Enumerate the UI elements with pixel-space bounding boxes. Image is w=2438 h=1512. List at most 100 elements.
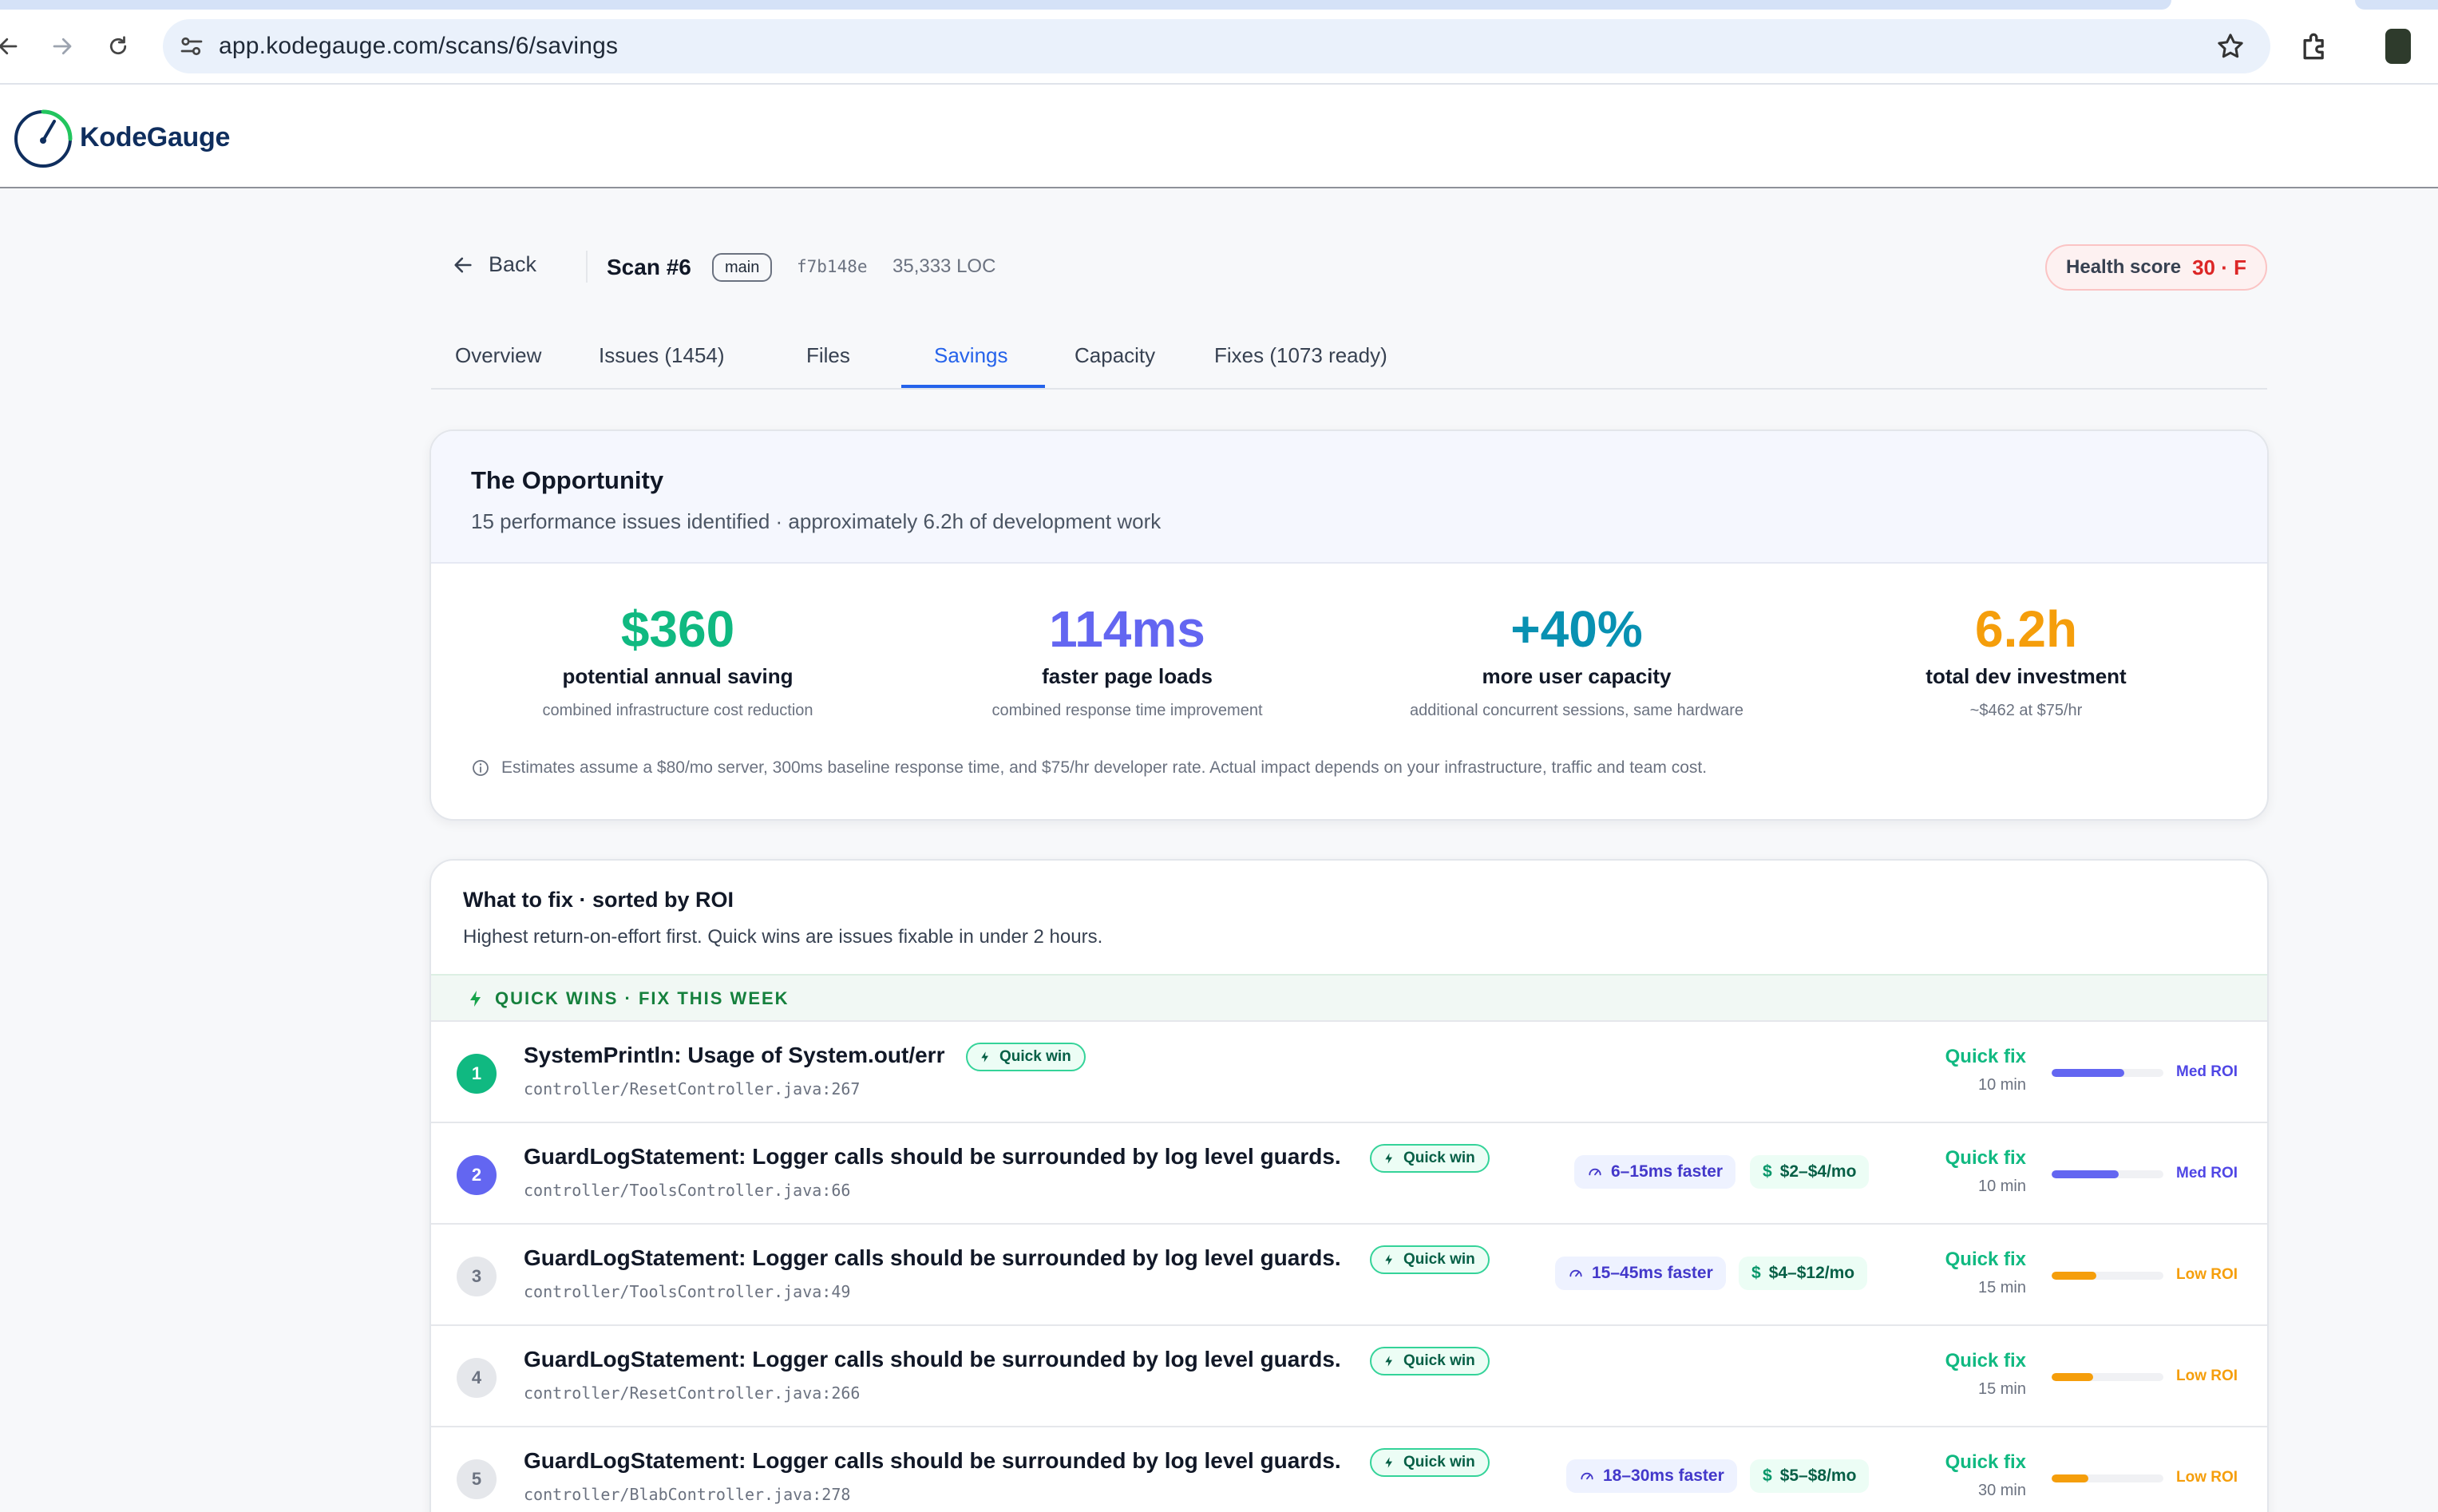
speedometer-icon (1569, 1269, 1582, 1277)
tab-capacity[interactable]: Capacity (1075, 343, 1155, 388)
back-button[interactable]: Back (452, 252, 536, 277)
roi-bar-fill (2052, 1272, 2096, 1280)
effort-label: Quick fix (1945, 1350, 2026, 1371)
fix-row[interactable]: 1 SystemPrintln: Usage of System.out/err… (431, 1022, 2267, 1123)
site-info-icon[interactable] (177, 32, 206, 61)
branch-badge: main (712, 253, 773, 282)
fix-row[interactable]: 4 GuardLogStatement: Logger calls should… (431, 1326, 2267, 1427)
tab-savings[interactable]: Savings (934, 343, 1008, 388)
forward-arrow-icon[interactable] (45, 29, 80, 64)
quick-win-badge: Quick win (1370, 1347, 1490, 1375)
quick-win-badge-label: Quick win (1403, 1251, 1475, 1268)
metric-user-capacity: +40% more user capacity additional concu… (1353, 600, 1800, 720)
roi-label: Med ROI (2176, 1063, 2238, 1080)
url-text[interactable]: app.kodegauge.com/scans/6/savings (219, 33, 618, 60)
rank-badge: 5 (457, 1459, 497, 1499)
issue-title[interactable]: GuardLogStatement: Logger calls should b… (524, 1448, 1341, 1474)
extensions-puzzle-icon[interactable] (2297, 29, 2333, 64)
cost-chip-label: $4–$12/mo (1768, 1264, 1855, 1282)
roi-bar (2052, 1170, 2163, 1178)
estimates-note-text: Estimates assume a $80/mo server, 300ms … (501, 758, 1708, 777)
speed-chip: 18–30ms faster (1566, 1459, 1737, 1493)
bookmark-star-icon[interactable] (2214, 30, 2246, 62)
metric-annual-saving: $360 potential annual saving combined in… (454, 600, 901, 720)
scan-header: Back Scan #6 main f7b148e 35,333 LOC Hea… (452, 244, 2267, 292)
back-arrow-icon[interactable] (0, 29, 26, 64)
health-score-label: Health score (2066, 256, 2182, 278)
effort-estimate: Quick fix 15 min (1945, 1249, 2026, 1297)
fix-list-title: What to fix · sorted by ROI (463, 888, 734, 912)
fix-row[interactable]: 2 GuardLogStatement: Logger calls should… (431, 1123, 2267, 1225)
speed-chip-label: 6–15ms faster (1611, 1162, 1724, 1181)
tab-files[interactable]: Files (806, 343, 850, 388)
brand-name: KodeGauge (80, 121, 231, 152)
tab-overview[interactable]: Overview (455, 343, 541, 388)
rank-badge: 1 (457, 1054, 497, 1094)
gauge-logo-icon (14, 109, 73, 168)
roi-bar-fill (2052, 1474, 2089, 1482)
issue-title[interactable]: SystemPrintln: Usage of System.out/err (524, 1043, 944, 1068)
issue-title[interactable]: GuardLogStatement: Logger calls should b… (524, 1347, 1341, 1372)
metric-dev-investment: 6.2h total dev investment ~$462 at $75/h… (1803, 600, 2250, 720)
metric-value: $360 (620, 600, 735, 658)
file-path[interactable]: controller/BlabController.java:278 (524, 1485, 850, 1504)
lines-of-code: 35,333 LOC (892, 255, 996, 277)
effort-label: Quick fix (1945, 1249, 2026, 1270)
cost-chip: $ $4–$12/mo (1739, 1257, 1868, 1290)
effort-time: 10 min (1977, 1076, 2026, 1094)
active-tab-indicator (901, 385, 1045, 388)
metric-value: 6.2h (1974, 600, 2078, 658)
quick-wins-section-header: QUICK WINS · FIX THIS WEEK (431, 974, 2267, 1022)
file-path[interactable]: controller/ToolsController.java:66 (524, 1181, 850, 1200)
speedometer-icon (1589, 1168, 1601, 1176)
metric-caption: combined infrastructure cost reduction (542, 702, 813, 719)
issue-title[interactable]: GuardLogStatement: Logger calls should b… (524, 1245, 1341, 1271)
opportunity-header: The Opportunity 15 performance issues id… (431, 431, 2267, 564)
metric-caption: combined response time improvement (991, 702, 1263, 719)
roi-bar (2052, 1474, 2163, 1482)
roi-bar (2052, 1272, 2163, 1280)
fix-row[interactable]: 5 GuardLogStatement: Logger calls should… (431, 1427, 2267, 1512)
roi-bar (2052, 1069, 2163, 1077)
scan-tabs: Overview Issues (1454) Files Savings Cap… (431, 332, 2267, 390)
metric-page-loads: 114ms faster page loads combined respons… (904, 600, 1351, 720)
info-icon (473, 760, 489, 776)
file-path[interactable]: controller/ResetController.java:267 (524, 1079, 860, 1098)
lightning-icon (1385, 1356, 1392, 1367)
quick-win-badge: Quick win (1370, 1245, 1490, 1274)
lightning-icon (1385, 1457, 1392, 1468)
profile-avatar[interactable] (2385, 29, 2411, 64)
estimates-note: Estimates assume a $80/mo server, 300ms … (471, 758, 1707, 778)
metric-caption: ~$462 at $75/hr (1969, 702, 2083, 719)
quick-wins-section-label: QUICK WINS · FIX THIS WEEK (495, 988, 790, 1008)
tab-issues[interactable]: Issues (1454) (599, 343, 725, 388)
fix-list-card: What to fix · sorted by ROI Highest retu… (429, 859, 2269, 1512)
quick-win-badge-label: Quick win (1403, 1352, 1475, 1369)
metric-label: more user capacity (1482, 664, 1672, 688)
speedometer-icon (1581, 1472, 1593, 1480)
effort-estimate: Quick fix 30 min (1945, 1451, 2026, 1500)
cost-chip-label: $5–$8/mo (1779, 1466, 1857, 1485)
fix-row[interactable]: 3 GuardLogStatement: Logger calls should… (431, 1225, 2267, 1326)
address-bar[interactable]: app.kodegauge.com/scans/6/savings (163, 19, 2270, 73)
file-path[interactable]: controller/ResetController.java:266 (524, 1383, 860, 1403)
reload-icon[interactable] (101, 29, 136, 64)
roi-label: Low ROI (2176, 1469, 2238, 1486)
effort-time: 15 min (1977, 1380, 2026, 1398)
effort-estimate: Quick fix 10 min (1945, 1147, 2026, 1196)
tab-fixes[interactable]: Fixes (1073 ready) (1214, 343, 1387, 388)
file-path[interactable]: controller/ToolsController.java:49 (524, 1282, 850, 1301)
quick-win-badge-label: Quick win (1403, 1454, 1475, 1470)
health-score-value: 30 · F (2192, 255, 2246, 279)
browser-tab-strip-right (2355, 0, 2438, 10)
brand-logo[interactable]: KodeGauge (10, 104, 230, 171)
roi-bar-fill (2052, 1069, 2124, 1077)
arrow-left-icon (454, 257, 472, 272)
lightning-icon (1385, 1254, 1392, 1265)
opportunity-card: The Opportunity 15 performance issues id… (429, 429, 2269, 821)
roi-label: Low ROI (2176, 1266, 2238, 1283)
cost-chip-label: $2–$4/mo (1779, 1162, 1857, 1181)
effort-label: Quick fix (1945, 1451, 2026, 1473)
speed-chip-label: 15–45ms faster (1592, 1264, 1713, 1282)
issue-title[interactable]: GuardLogStatement: Logger calls should b… (524, 1144, 1341, 1170)
